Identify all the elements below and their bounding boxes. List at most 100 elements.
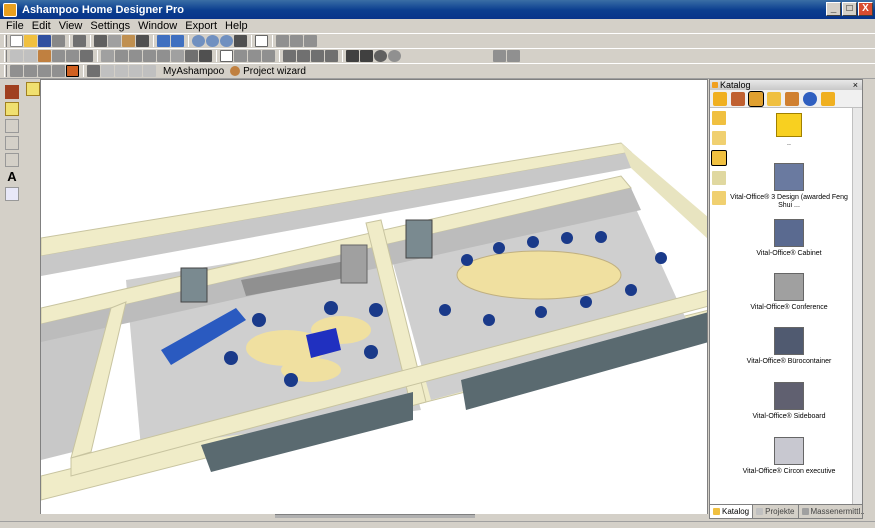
- print-icon[interactable]: [73, 35, 86, 47]
- toolbar-grip[interactable]: [4, 50, 7, 62]
- tool-4-icon[interactable]: [52, 65, 65, 77]
- render-icon[interactable]: [283, 50, 296, 62]
- grid-toggle-icon[interactable]: [346, 50, 359, 62]
- tool-3-icon[interactable]: [38, 65, 51, 77]
- side-catalog-icon[interactable]: [712, 111, 726, 125]
- close-button[interactable]: X: [858, 2, 873, 16]
- line-tool-icon[interactable]: [5, 119, 19, 133]
- object-icon[interactable]: [171, 50, 184, 62]
- dormer-icon[interactable]: [143, 50, 156, 62]
- tab-myashampoo[interactable]: MyAshampoo: [163, 66, 224, 77]
- pointer-icon[interactable]: [26, 82, 40, 96]
- text-tool-icon[interactable]: A: [5, 170, 19, 184]
- walls-icon[interactable]: [38, 50, 51, 62]
- view-3d-icon[interactable]: [24, 50, 37, 62]
- side-folder-icon[interactable]: [712, 131, 726, 145]
- catalog-item-up[interactable]: ..: [730, 113, 848, 148]
- tab-project-wizard[interactable]: Project wizard: [230, 66, 306, 77]
- wall-tool-icon[interactable]: [5, 85, 19, 99]
- catalog-new-folder-icon[interactable]: [785, 91, 799, 106]
- catalog-item[interactable]: Vital-Office® Circon executive: [730, 437, 848, 476]
- catalog-globe-icon[interactable]: [803, 91, 817, 106]
- columns-icon[interactable]: [304, 35, 317, 47]
- zoom-icon[interactable]: [192, 35, 205, 47]
- rooms-icon[interactable]: [52, 50, 65, 62]
- catalog-tools-icon[interactable]: [748, 90, 764, 107]
- pin-icon[interactable]: [712, 82, 718, 88]
- catalog-item[interactable]: Vital-Office® Sideboard: [730, 382, 848, 421]
- sun-icon[interactable]: [311, 50, 324, 62]
- sheet-icon[interactable]: [220, 50, 233, 62]
- menu-settings[interactable]: Settings: [90, 20, 130, 32]
- side-folder-open-icon[interactable]: [711, 150, 727, 166]
- tool-1-icon[interactable]: [10, 65, 23, 77]
- toolbar-grip[interactable]: [4, 35, 7, 47]
- side-up-icon[interactable]: [712, 191, 726, 205]
- roof-icon[interactable]: [129, 50, 142, 62]
- menu-help[interactable]: Help: [225, 20, 248, 32]
- catalog-up-icon[interactable]: [713, 91, 727, 106]
- snap-icon[interactable]: [360, 50, 373, 62]
- catalog-2d-icon[interactable]: [821, 91, 835, 106]
- print-preview-icon[interactable]: [493, 50, 506, 62]
- redo-icon[interactable]: [171, 35, 184, 47]
- side-grid-icon[interactable]: [712, 171, 726, 185]
- tools-icon[interactable]: [87, 65, 100, 77]
- zoom-out-icon[interactable]: [220, 35, 233, 47]
- menu-view[interactable]: View: [59, 20, 83, 32]
- catalog-item[interactable]: Vital-Office® Bürocontainer: [730, 327, 848, 366]
- tab-katalog[interactable]: Katalog: [710, 505, 754, 518]
- viewport-horizontal-scrollbar[interactable]: [40, 514, 708, 520]
- scrollbar-thumb[interactable]: [275, 514, 475, 518]
- delete-icon[interactable]: [136, 35, 149, 47]
- menu-file[interactable]: File: [6, 20, 24, 32]
- scale-icon[interactable]: [129, 65, 142, 77]
- light-icon[interactable]: [297, 50, 310, 62]
- view-2d-icon[interactable]: [10, 50, 23, 62]
- save-icon[interactable]: [38, 35, 51, 47]
- grid-icon[interactable]: [276, 35, 289, 47]
- globe-icon[interactable]: [374, 50, 387, 62]
- measure-icon[interactable]: [248, 50, 261, 62]
- floor-icon[interactable]: [66, 50, 79, 62]
- section-icon[interactable]: [199, 50, 212, 62]
- menu-edit[interactable]: Edit: [32, 20, 51, 32]
- layer-icon[interactable]: [234, 50, 247, 62]
- undo-icon[interactable]: [157, 35, 170, 47]
- menu-window[interactable]: Window: [138, 20, 177, 32]
- paste-icon[interactable]: [122, 35, 135, 47]
- plant-icon[interactable]: [185, 50, 198, 62]
- align-icon[interactable]: [290, 35, 303, 47]
- material-icon[interactable]: [325, 50, 338, 62]
- 3d-viewport[interactable]: [40, 79, 708, 515]
- save-all-icon[interactable]: [52, 35, 65, 47]
- catalog-folder-icon[interactable]: [767, 91, 781, 106]
- catalog-item[interactable]: Vital-Office® 3 Design (awarded Feng Shu…: [730, 163, 848, 210]
- rotate-icon[interactable]: [115, 65, 128, 77]
- window-icon[interactable]: [115, 50, 128, 62]
- stairs-icon[interactable]: [80, 50, 93, 62]
- tool-2-icon[interactable]: [24, 65, 37, 77]
- dimension-tool-icon[interactable]: [5, 136, 19, 150]
- open-icon[interactable]: [24, 35, 37, 47]
- tab-projekte[interactable]: Projekte: [753, 505, 799, 518]
- page-icon[interactable]: [255, 35, 268, 47]
- mirror-icon[interactable]: [143, 65, 156, 77]
- area-tool-icon[interactable]: [5, 187, 19, 201]
- copy-icon[interactable]: [108, 35, 121, 47]
- catalog-item[interactable]: Vital-Office® Cabinet: [730, 219, 848, 258]
- lock-icon[interactable]: [507, 50, 520, 62]
- toolbar-grip[interactable]: [4, 65, 7, 77]
- new-icon[interactable]: [10, 35, 23, 47]
- zoom-fit-icon[interactable]: [234, 35, 247, 47]
- camera-icon[interactable]: [262, 50, 275, 62]
- catalog-close-button[interactable]: ×: [853, 80, 858, 90]
- measure-tool-icon[interactable]: [5, 153, 19, 167]
- zoom-in-icon[interactable]: [206, 35, 219, 47]
- door-icon[interactable]: [101, 50, 114, 62]
- compass-icon[interactable]: [388, 50, 401, 62]
- tab-massenermittlung[interactable]: Massenermittl...: [799, 505, 871, 518]
- minimize-button[interactable]: _: [826, 2, 841, 16]
- menu-export[interactable]: Export: [185, 20, 217, 32]
- catalog-home-icon[interactable]: [731, 91, 745, 106]
